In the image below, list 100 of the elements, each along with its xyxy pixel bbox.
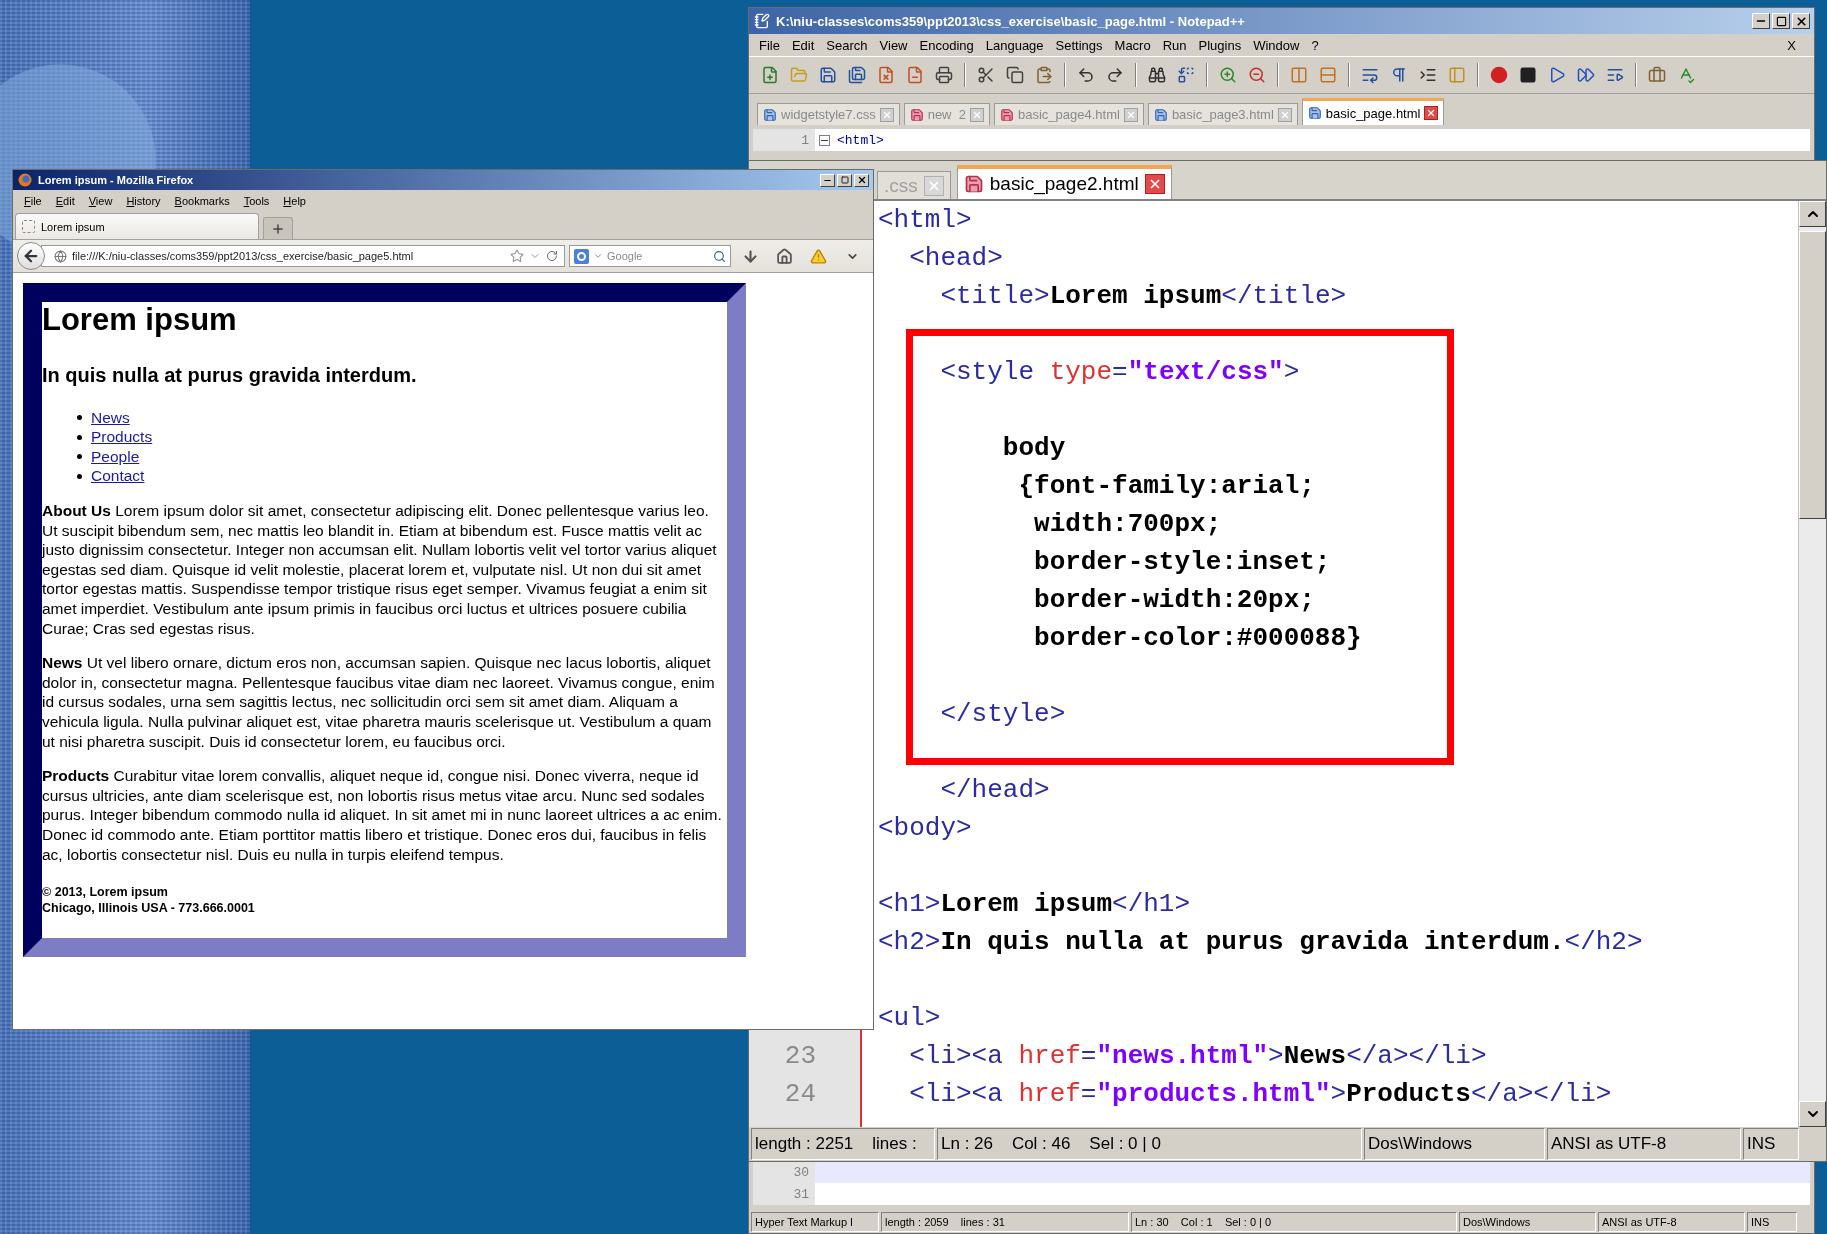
briefcase-icon[interactable] [1648,66,1666,84]
status-field: INS [1747,1212,1797,1232]
browser-tab[interactable]: Lorem ipsum [15,213,259,239]
warning-icon[interactable] [809,247,827,265]
menu-item[interactable]: Plugins [1192,37,1248,53]
nav-link[interactable]: News [91,408,130,427]
menu-item[interactable]: History [119,194,168,207]
binoculars-icon[interactable] [1148,66,1166,84]
page-subheading: In quis nulla at purus gravida interdum. [42,364,418,386]
footer-text: © 2013, Lorem ipsum [42,884,169,901]
scrollbar-thumb[interactable] [1799,231,1826,519]
menu-item[interactable]: Window [1247,37,1306,53]
save-all-icon[interactable] [848,66,866,84]
file-x-icon[interactable] [877,66,895,84]
scroll-up-button[interactable] [1799,201,1826,227]
back-button[interactable] [17,242,45,270]
bullet-dot [77,454,82,460]
maximize-button[interactable] [1772,13,1790,29]
menu-item[interactable]: View [873,37,914,53]
search-icon[interactable] [713,249,726,263]
copy-icon[interactable] [1006,66,1024,84]
menu-item[interactable]: Macro [1108,37,1157,53]
stop-icon[interactable] [1519,66,1537,84]
printer-icon[interactable] [935,66,953,84]
close-tab-button[interactable] [1144,174,1165,194]
paragraph: Products Curabitur vitae lorem convallis, aliquet neque id, congue nisi. Donec viverra, neque id cursus ultricies, ante diam scelerisque est, non lobortis risus metus vitae arcu. Nunc sed sodales purus. Integer bibendum commodo nulla id aliquet. In sit amet mi in nunc laoreet ultrices a ac enim. Donec id commodo ante. Etiam porttitor mattis libero et tristique. Donec eros dui, faucibus in felis ac, lobortis consectetur nisl. Duis eu nulla in turpis eleifend tempus. [42,766,723,865]
zoom-out-icon[interactable] [1248,66,1266,84]
maximize-icon [1775,15,1787,27]
bookmark-star-icon[interactable] [510,249,524,263]
home-icon[interactable] [775,247,793,265]
status-field: Hyper Text Markup l [751,1212,879,1232]
code-line: border-width:20px; [1033,584,1316,617]
indent-icon[interactable] [1419,66,1437,84]
nav-link[interactable]: People [91,447,140,466]
menu-item[interactable]: Edit [48,194,82,207]
menu-item[interactable]: ? [1305,37,1325,53]
scrollbar[interactable] [1798,201,1826,1127]
fast-forward-icon[interactable] [1577,66,1595,84]
menu-item[interactable]: Bookmarks [167,194,237,207]
close-tab-button[interactable] [1424,106,1439,120]
reload-icon[interactable] [546,250,558,262]
globe-icon [54,249,67,263]
download-icon[interactable] [741,247,759,265]
search-input[interactable]: Google [607,250,709,262]
file-tab[interactable]: basic_page.html [1301,98,1445,125]
menu-item[interactable]: File [753,37,786,53]
code-line: </head> [939,774,1051,807]
menu-item[interactable]: Run [1156,37,1193,53]
save-icon[interactable] [819,66,837,84]
file-tab[interactable]: basic_page2.html [956,165,1172,199]
page-icon [22,220,35,233]
menu-item[interactable]: Help [276,194,313,207]
scroll-down-button[interactable] [1799,1101,1826,1127]
pilcrow-icon[interactable] [1390,66,1408,84]
fold-icon[interactable] [818,134,830,146]
minimize-button[interactable] [820,173,835,187]
file-plus-icon[interactable] [761,66,779,84]
redo-icon[interactable] [1106,66,1124,84]
search-field[interactable]: Google [569,245,731,267]
search-engine-icon[interactable] [574,248,589,264]
code-area[interactable] [862,201,1798,1127]
zoom-in-icon[interactable] [1219,66,1237,84]
menu-item[interactable]: Settings [1049,37,1109,53]
replace-icon[interactable] [1177,66,1195,84]
code-line: <html> [836,132,884,148]
minimize-button[interactable] [1752,13,1770,29]
menu-item[interactable]: File [17,194,49,207]
menu-item[interactable]: Edit [785,37,821,53]
clipboard-icon[interactable] [1035,66,1053,84]
menu-item[interactable]: View [81,194,120,207]
undo-icon[interactable] [1077,66,1095,84]
address-field[interactable]: file:///K:/niu-classes/coms359/ppt2013/css_exercise/basic_page5.html [41,245,565,267]
code-line: <body> [878,812,973,845]
play-icon[interactable] [1548,66,1566,84]
nav-link[interactable]: Products [91,428,153,447]
menu-item[interactable]: Tools [236,194,277,207]
menu-item[interactable]: Encoding [913,37,980,53]
nav-link[interactable]: Contact [91,467,145,486]
new-tab-button[interactable] [263,217,293,239]
wrap-text-icon[interactable] [1361,66,1379,84]
paragraph: About Us Lorem ipsum dolor sit amet, consectetur adipiscing elit. Donec pellentesque varius leo. Ut suscipit bibendum sem, nec mattis leo blandit in. Etiam at bibendum est. Fusce mattis velit ac justo dignissim consectetur. Integer non accumsan elit. Nullam lobortis velit vel tortor varius aliquet egestas sed diam. Quisque id velit molestie, placerat lorem et, vulputate nisl. Ut non dui sit amet tortor egestas mattis. Suspendisse tempor tristique risus eget semper. Vivamus feugiat a enim sit amet imperdiet. Vestibulum ante ipsum primis in faucibus orci luctus et ultrices posuere cubilia Curae; Cras sed egestas risus. [42,501,718,639]
menu-item[interactable]: Language [979,37,1050,53]
menu-item[interactable]: Search [820,37,874,53]
line-number: 23 [784,1041,816,1071]
code-line: {font-family:arial; [1017,470,1316,503]
close-document-button[interactable]: X [1787,37,1810,53]
code-line: <head> [908,242,1004,275]
status-field: Ln : 30 Col : 1 Sel : 0 | 0 [1131,1212,1457,1232]
record-icon[interactable] [1490,66,1508,84]
paragraph: News Ut vel libero ornare, dictum eros non, accumsan sapien. Quisque nec lacus lobortis, aliquet dolor in, consectetur magna. Pellentesque faucibus vitae diam nec laoreet. Vivamus congue, enim id cursus sodales, urna sem sagittis lectus, nec sollicitudin orci sem sit amet diam. Aliquam a vehicula ligula. Nulla pulvinar aliquet est, vitae pharetra mauris scelerisque ut. Vestibulum a quam ut nisi pharetra suscipit. Duis id consectetur lorem, eu faucibus orci. [42,653,716,752]
close-icon [1426,108,1437,118]
scissors-icon[interactable] [977,66,995,84]
maximize-button[interactable] [837,173,852,187]
close-button[interactable] [854,173,869,187]
line-number: 24 [784,1079,816,1109]
code-line: </style> [939,698,1067,731]
file-minus-icon[interactable] [906,66,924,84]
list-icon[interactable] [1606,66,1624,84]
close-button[interactable] [1792,13,1810,29]
tab-label: .css [884,174,918,197]
